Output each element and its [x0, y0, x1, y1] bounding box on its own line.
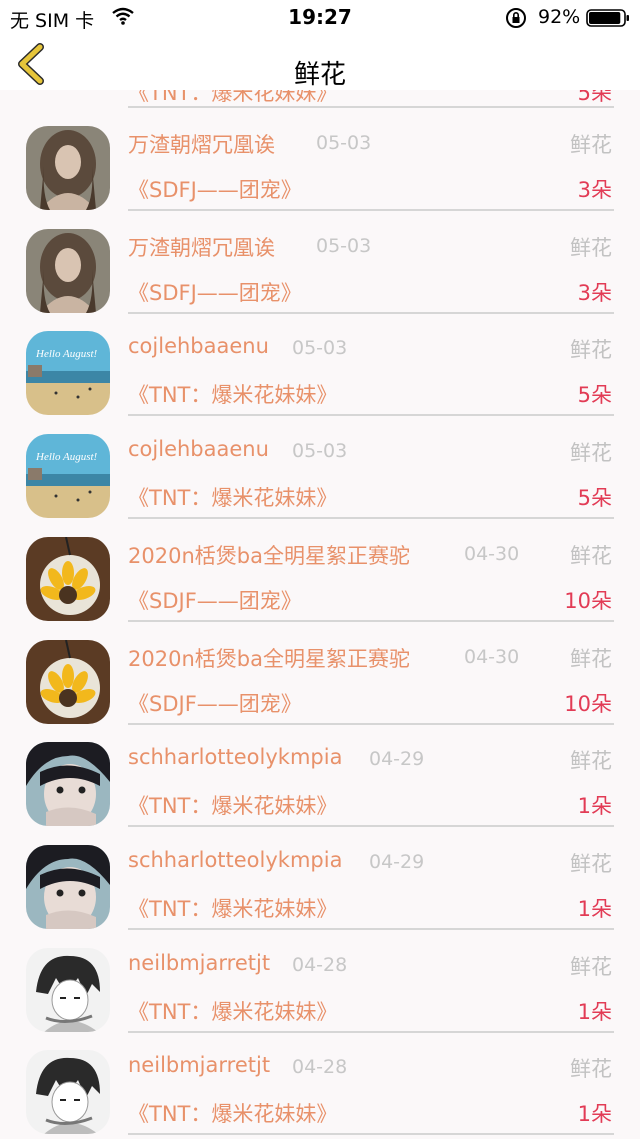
battery-icon [586, 9, 630, 27]
gift-count: 5朵 [577, 383, 612, 407]
sender-name: 2020n栝煲ba全明星絮正赛驼 [128, 647, 410, 671]
battery-percent: 92% [538, 6, 581, 28]
gift-count: 1朵 [577, 897, 612, 921]
status-bar: 无 SIM 卡 19:27 92% [0, 0, 640, 36]
gift-type: 鲜花 [570, 852, 612, 876]
list-item[interactable]: Hello August! cojlehbaaenu 05-03 鲜花《TNT：爆米花… [0, 331, 640, 433]
list-item[interactable]: Hello August! cojlehbaaenu 05-03 鲜花《TNT：爆米花… [0, 434, 640, 536]
gift-count: 5朵 [577, 486, 612, 510]
gift-target: 《SDJF——团宠》 [128, 589, 302, 613]
gift-target: 《TNT：爆米花妹妹》 [128, 1000, 338, 1024]
sender-name: cojlehbaaenu [128, 334, 269, 358]
gift-count: 10朵 [564, 692, 612, 716]
avatar-sunflower-icon[interactable] [26, 537, 110, 621]
divider [128, 1031, 614, 1033]
gift-count: 1朵 [577, 1102, 612, 1126]
gift-date: 04-30 [464, 646, 520, 668]
gift-count: 1朵 [577, 794, 612, 818]
gift-target: 《SDFJ——团宠》 [128, 281, 302, 305]
list-item[interactable]: schharlotteolykmpia 04-29 鲜花《TNT：爆米花妹妹》 1朵 [0, 845, 640, 947]
gift-count: 3朵 [577, 281, 612, 305]
gift-target: 《TNT：爆米花妹妹》 [128, 1102, 338, 1126]
gift-date: 04-28 [292, 954, 348, 976]
gift-count: 10朵 [564, 589, 612, 613]
page-title: 鲜花 [293, 60, 346, 90]
list-item[interactable]: 2020n栝煲ba全明星絮正赛驼 04-30 鲜花《SDJF——团宠》 10朵 [0, 537, 640, 639]
gift-date: 04-29 [369, 851, 425, 873]
list-item[interactable]: 万渣朝熠冗凰诶 05-03 鲜花《SDFJ——团宠》 3朵 [0, 229, 640, 331]
avatar-girl-icon[interactable] [26, 742, 110, 826]
divider [128, 825, 614, 827]
gift-count: 1朵 [577, 1000, 612, 1024]
sender-name: schharlotteolykmpia [128, 745, 343, 769]
divider [128, 928, 614, 930]
sender-name: cojlehbaaenu [128, 437, 269, 461]
sender-name: 万渣朝熠冗凰诶 [128, 236, 275, 260]
gift-target: 《SDJF——团宠》 [128, 692, 302, 716]
gift-date: 04-28 [292, 1056, 348, 1078]
list-item[interactable]: neilbmjarretjt 04-28 鲜花《TNT：爆米花妹妹》 1朵 [0, 948, 640, 1050]
avatar-girl-icon[interactable] [26, 845, 110, 929]
avatar-woman-icon[interactable] [26, 126, 110, 210]
gift-type: 鲜花 [570, 544, 612, 568]
divider [128, 723, 614, 725]
svg-text:Hello August!: Hello August! [35, 348, 98, 360]
gift-date: 05-03 [292, 440, 348, 462]
avatar-beach-icon[interactable]: Hello August! [26, 434, 110, 518]
gift-type: 鲜花 [570, 338, 612, 362]
gift-type: 鲜花 [570, 749, 612, 773]
navigation-bar: 鲜花 [0, 36, 640, 90]
gift-date: 05-03 [316, 235, 372, 257]
orientation-lock-icon [505, 7, 527, 34]
gift-type: 鲜花 [570, 1057, 612, 1081]
gift-type: 鲜花 [570, 236, 612, 260]
divider [128, 414, 614, 416]
gift-type: 鲜花 [570, 647, 612, 671]
gift-type: 鲜花 [570, 441, 612, 465]
sender-name: 2020n栝煲ba全明星絮正赛驼 [128, 544, 410, 568]
avatar-woman-icon[interactable] [26, 229, 110, 313]
divider [128, 620, 614, 622]
sender-name: neilbmjarretjt [128, 951, 271, 975]
list-item[interactable]: schharlotteolykmpia 04-29 鲜花《TNT：爆米花妹妹》 1朵 [0, 742, 640, 844]
sender-name: 万渣朝熠冗凰诶 [128, 133, 275, 157]
divider [128, 209, 614, 211]
flower-record-list: 《TNT：爆米花妹妹》 5朵 万渣朝熠冗凰诶 05-03 鲜花 《SDFJ——团宠》 3… [0, 0, 640, 1139]
sender-name: schharlotteolykmpia [128, 848, 343, 872]
gift-date: 05-03 [292, 337, 348, 359]
sender-name: neilbmjarretjt [128, 1053, 271, 1077]
avatar-anime-icon[interactable] [26, 948, 110, 1032]
gift-type: 鲜花 [570, 133, 612, 157]
gift-count: 3朵 [577, 178, 612, 202]
gift-target: 《TNT：爆米花妹妹》 [128, 897, 338, 921]
gift-type: 鲜花 [570, 955, 612, 979]
gift-target: 《TNT：爆米花妹妹》 [128, 794, 338, 818]
gift-target: 《TNT：爆米花妹妹》 [128, 383, 338, 407]
avatar-sunflower-icon[interactable] [26, 640, 110, 724]
divider [128, 517, 614, 519]
list-item[interactable]: 万渣朝熠冗凰诶 05-03 鲜花《SDFJ——团宠》 3朵 [0, 126, 640, 228]
avatar-anime-icon[interactable] [26, 1050, 110, 1134]
list-item[interactable]: neilbmjarretjt 04-28 鲜花《TNT：爆米花妹妹》 1朵 [0, 1050, 640, 1139]
gift-target: 《TNT：爆米花妹妹》 [128, 486, 338, 510]
gift-date: 04-30 [464, 543, 520, 565]
divider [128, 106, 614, 108]
avatar-beach-icon[interactable]: Hello August! [26, 331, 110, 415]
gift-target: 《SDFJ——团宠》 [128, 178, 302, 202]
gift-date: 05-03 [316, 132, 372, 154]
divider [128, 1133, 614, 1135]
gift-date: 04-29 [369, 748, 425, 770]
svg-text:Hello August!: Hello August! [35, 451, 98, 463]
list-item[interactable]: 2020n栝煲ba全明星絮正赛驼 04-30 鲜花《SDJF——团宠》 10朵 [0, 640, 640, 742]
divider [128, 312, 614, 314]
